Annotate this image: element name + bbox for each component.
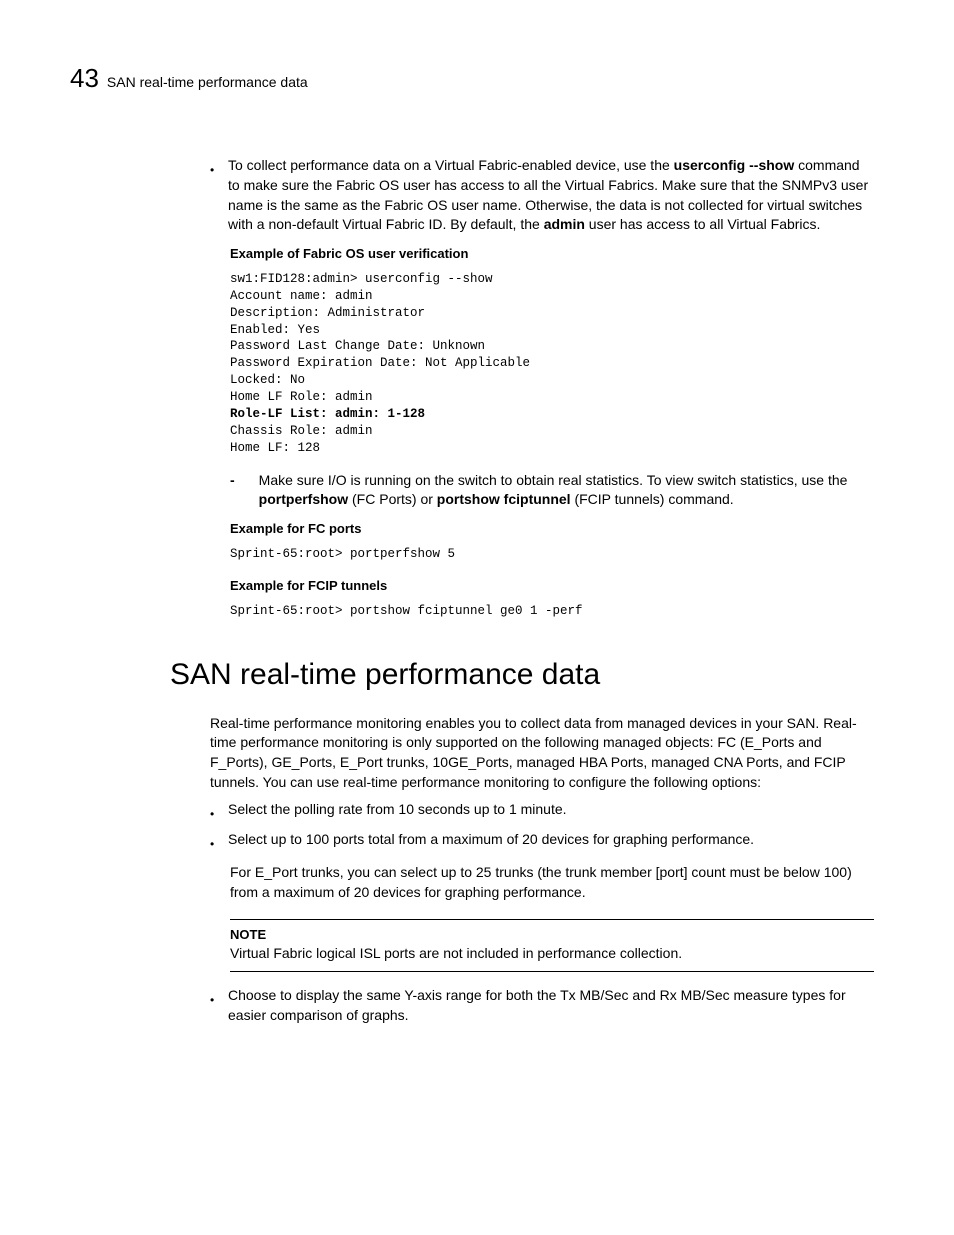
code-text: sw1:FID128:admin> userconfig --show Acco… xyxy=(230,272,530,404)
bullet-dot-icon xyxy=(210,800,216,824)
admin-word: admin xyxy=(544,216,585,232)
sub-bullet-text: Make sure I/O is running on the switch t… xyxy=(259,471,874,510)
code-block-fcip: Sprint-65:root> portshow fciptunnel ge0 … xyxy=(230,603,874,620)
bullet-dot-icon xyxy=(210,986,216,1025)
chapter-number: 43 xyxy=(70,60,99,96)
intro-paragraph: Real-time performance monitoring enables… xyxy=(210,714,874,792)
text: Make sure I/O is running on the switch t… xyxy=(259,472,848,488)
text: To collect performance data on a Virtual… xyxy=(228,157,674,173)
note-box: NOTE Virtual Fabric logical ISL ports ar… xyxy=(230,919,874,973)
text: user has access to all Virtual Fabrics. xyxy=(585,216,821,232)
example-fabric-label: Example of Fabric OS user verification xyxy=(230,245,874,263)
page: 43 SAN real-time performance data To col… xyxy=(0,0,954,1092)
bullet-dot-icon xyxy=(210,156,216,234)
code-bold-line: Role-LF List: admin: 1-128 xyxy=(230,407,425,421)
text: (FC Ports) or xyxy=(348,491,437,507)
code-block-fc: Sprint-65:root> portperfshow 5 xyxy=(230,546,874,563)
code-block-userconfig: sw1:FID128:admin> userconfig --show Acco… xyxy=(230,271,874,457)
sub-bullet-io: - Make sure I/O is running on the switch… xyxy=(230,471,874,510)
bullet-text: Select up to 100 ports total from a maxi… xyxy=(228,830,874,854)
bullet-yaxis: Choose to display the same Y-axis range … xyxy=(210,986,874,1025)
dash-icon: - xyxy=(230,471,235,510)
note-text: Virtual Fabric logical ISL ports are not… xyxy=(230,944,874,964)
bullet-text: To collect performance data on a Virtual… xyxy=(228,156,874,234)
bullet-text: Choose to display the same Y-axis range … xyxy=(228,986,874,1025)
note-label: NOTE xyxy=(230,926,874,944)
example-fc-label: Example for FC ports xyxy=(230,520,874,538)
code-text: Chassis Role: admin Home LF: 128 xyxy=(230,424,373,455)
cmd-portperfshow: portperfshow xyxy=(259,491,348,507)
example-fcip-label: Example for FCIP tunnels xyxy=(230,577,874,595)
bullet-polling-rate: Select the polling rate from 10 seconds … xyxy=(210,800,874,824)
chapter-title: SAN real-time performance data xyxy=(107,73,308,93)
sub-paragraph-trunks: For E_Port trunks, you can select up to … xyxy=(230,863,874,902)
bullet-dot-icon xyxy=(210,830,216,854)
bullet-text: Select the polling rate from 10 seconds … xyxy=(228,800,874,824)
cmd-userconfig: userconfig --show xyxy=(674,157,795,173)
content-area: To collect performance data on a Virtual… xyxy=(210,156,874,1025)
page-header: 43 SAN real-time performance data xyxy=(70,60,884,96)
text: (FCIP tunnels) command. xyxy=(571,491,734,507)
cmd-portshow: portshow fciptunnel xyxy=(437,491,571,507)
section-heading: SAN real-time performance data xyxy=(170,654,874,696)
bullet-userconfig: To collect performance data on a Virtual… xyxy=(210,156,874,234)
bullet-ports: Select up to 100 ports total from a maxi… xyxy=(210,830,874,854)
